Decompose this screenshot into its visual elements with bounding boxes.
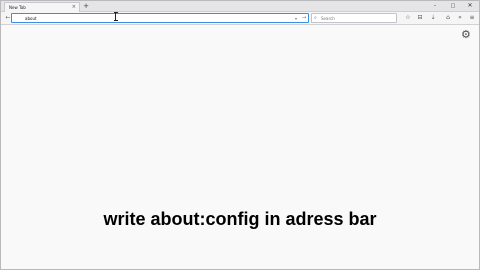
chevron-down-icon[interactable]: ▾: [295, 14, 297, 23]
go-arrow-icon[interactable]: →: [302, 14, 306, 23]
address-bar[interactable]: about ▾ →: [11, 12, 309, 23]
minimize-icon[interactable]: –: [429, 1, 441, 11]
text-cursor-icon: [114, 12, 118, 21]
close-window-icon[interactable]: ✕: [464, 1, 476, 11]
tab-bar: New Tab × + – □ ✕: [1, 1, 479, 12]
tab-close-icon[interactable]: ×: [72, 3, 76, 12]
browser-window: New Tab × + – □ ✕ ← about ▾ → ⌕ ☆ ⊟ ⇣ ⌂ …: [0, 0, 480, 270]
address-input[interactable]: about: [25, 14, 37, 23]
instruction-caption: write about:config in adress bar: [103, 209, 377, 229]
nav-toolbar: ← about ▾ → ⌕ ☆ ⊟ ⇣ ⌂ » ≡: [1, 12, 479, 25]
home-icon[interactable]: ⌂: [443, 13, 453, 23]
library-icon[interactable]: ⊟: [415, 13, 425, 23]
search-icon: ⌕: [314, 15, 317, 21]
hamburger-menu-icon[interactable]: ≡: [467, 13, 477, 23]
bookmark-star-icon[interactable]: ☆: [403, 13, 413, 23]
tab-title: New Tab: [9, 5, 26, 10]
search-bar[interactable]: ⌕: [311, 13, 397, 23]
new-tab-icon[interactable]: +: [82, 1, 90, 11]
search-input[interactable]: [321, 14, 391, 23]
maximize-icon[interactable]: □: [447, 1, 459, 11]
overflow-icon[interactable]: »: [455, 13, 465, 23]
page-content: ⚙ write about:config in adress bar: [1, 26, 479, 269]
downloads-icon[interactable]: ⇣: [428, 13, 438, 23]
tab-new-tab[interactable]: New Tab ×: [4, 2, 80, 12]
gear-icon[interactable]: ⚙: [461, 29, 471, 41]
